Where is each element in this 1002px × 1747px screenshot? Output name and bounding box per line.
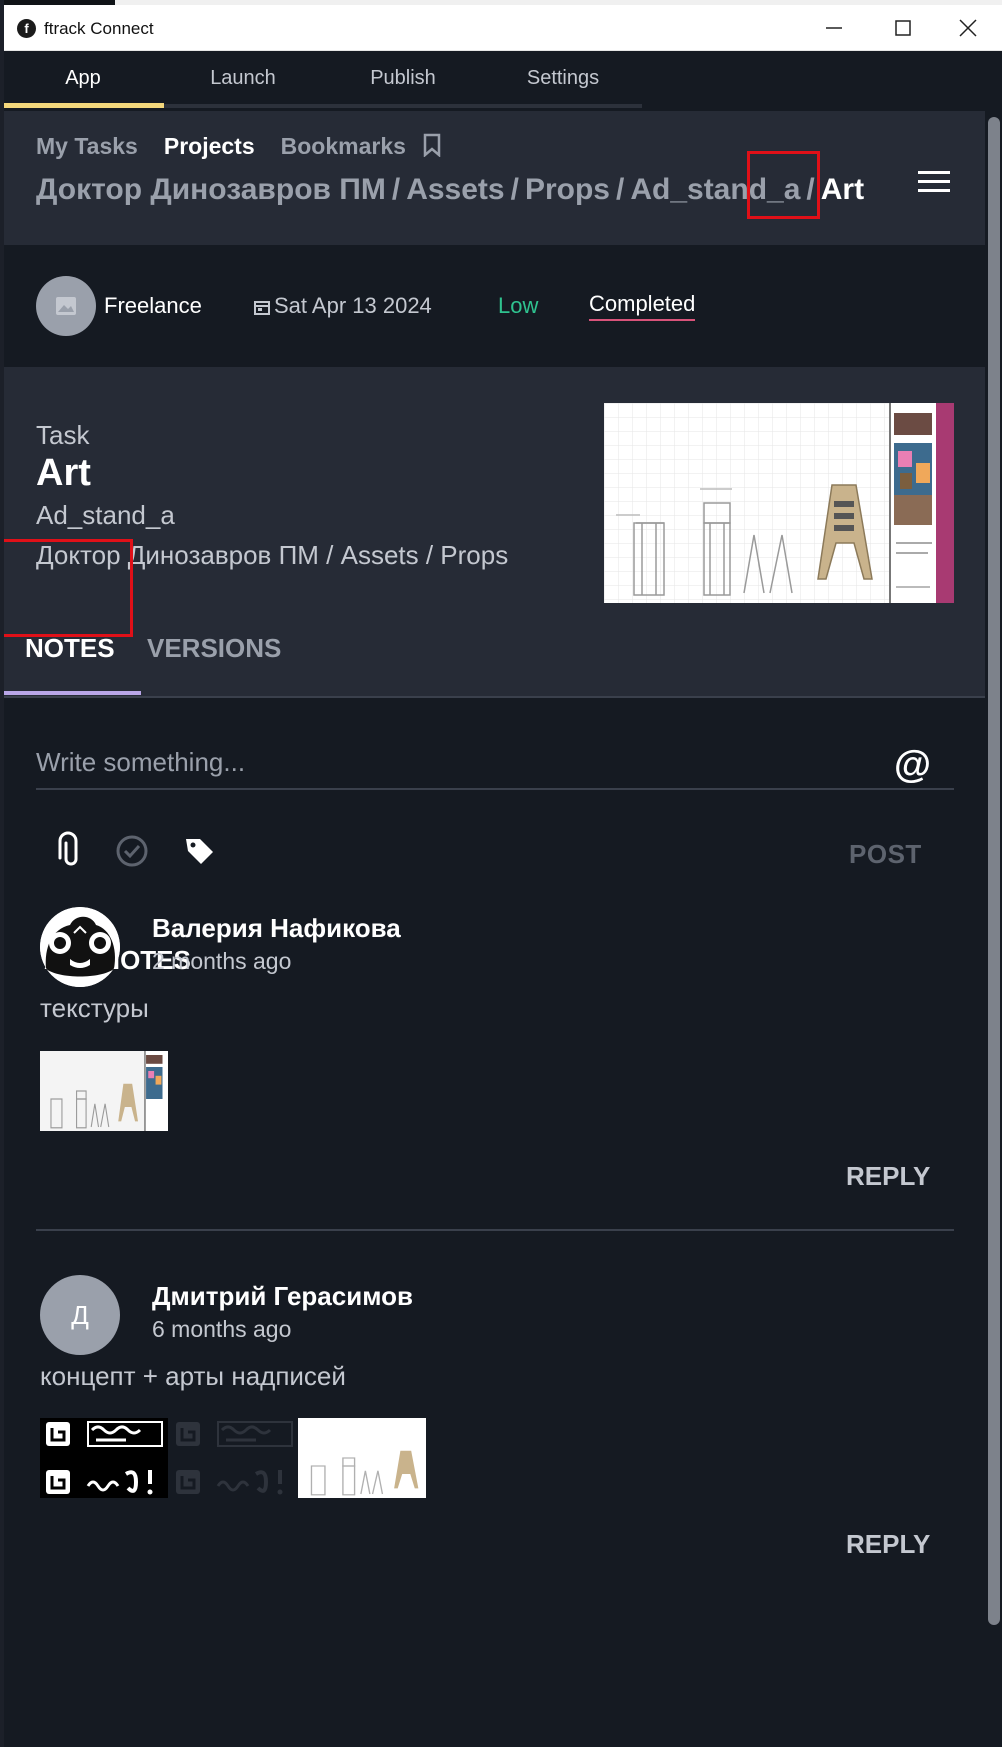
- note-text: текстуры: [40, 993, 149, 1023]
- maximize-icon: [895, 20, 911, 36]
- tab-launch[interactable]: Launch: [164, 51, 322, 107]
- note-author: Валерия Нафикова: [152, 913, 401, 943]
- close-icon: [959, 19, 977, 37]
- due-date: Sat Apr 13 2024: [254, 293, 432, 319]
- breadcrumb-item[interactable]: Props: [525, 173, 610, 206]
- tab-app[interactable]: App: [4, 51, 162, 107]
- assignee-name: Freelance: [104, 293, 202, 318]
- breadcrumb: Доктор Динозавров ПМ / Assets / Props / Ad_sta…: [36, 173, 865, 206]
- menu-icon[interactable]: [918, 171, 950, 195]
- reply-button[interactable]: REPLY: [846, 1529, 930, 1560]
- highlight-box-notes: [4, 539, 133, 637]
- ftrack-logo-icon: f: [17, 19, 36, 38]
- breadcrumb-item[interactable]: Assets: [406, 173, 504, 206]
- app-window: f ftrack Connect App Launch Publish Sett…: [4, 5, 1002, 1747]
- note-attachment-thumbnail[interactable]: [40, 1051, 168, 1131]
- note-author-avatar: Д: [40, 1275, 120, 1355]
- note-author: Дмитрий Герасимов: [152, 1281, 413, 1311]
- note-input[interactable]: [36, 740, 886, 784]
- tab-versions[interactable]: VERSIONS: [147, 633, 281, 664]
- window-title: ftrack Connect: [44, 19, 154, 38]
- note-time: 2 months ago: [152, 948, 292, 974]
- tab-notes[interactable]: NOTES: [25, 633, 115, 664]
- priority-label[interactable]: Low: [498, 293, 538, 319]
- note-time: 6 months ago: [152, 1316, 292, 1342]
- tab-settings[interactable]: Settings: [484, 51, 642, 107]
- assignee-avatar: [36, 276, 96, 336]
- tab-publish[interactable]: Publish: [324, 51, 482, 107]
- note-author-avatar: [40, 907, 120, 987]
- highlight-box-art: [747, 151, 820, 219]
- note-attachment-thumbnail[interactable]: [40, 1418, 168, 1498]
- navigation-header: My Tasks Projects Bookmarks Доктор Динозав…: [4, 111, 985, 245]
- bookmark-icon[interactable]: [422, 133, 442, 157]
- task-thumbnail[interactable]: [604, 403, 954, 603]
- post-button[interactable]: POST: [849, 839, 922, 870]
- content-tabs: NOTES VERSIONS: [4, 603, 985, 698]
- scrollbar-thumb[interactable]: [988, 117, 1000, 1625]
- mention-icon[interactable]: @: [894, 744, 931, 787]
- image-placeholder-icon: [56, 297, 76, 315]
- note-attachment-thumbnail[interactable]: [170, 1418, 298, 1498]
- complete-check-icon[interactable]: [112, 831, 152, 871]
- note-composer: @: [36, 740, 954, 790]
- task-type: Task: [36, 420, 90, 450]
- breadcrumb-item[interactable]: Доктор Динозавров ПМ: [36, 173, 386, 206]
- subtab-projects[interactable]: Projects: [164, 133, 255, 159]
- subtab-my-tasks[interactable]: My Tasks: [36, 133, 138, 159]
- minimize-button[interactable]: [799, 5, 868, 51]
- note-attachment-thumbnail[interactable]: [298, 1418, 426, 1498]
- attachment-icon[interactable]: [50, 831, 90, 871]
- maximize-button[interactable]: [868, 5, 937, 51]
- task-parent: Ad_stand_a: [36, 500, 175, 530]
- task-meta-row: Freelance Sat Apr 13 2024 Low Completed: [4, 245, 985, 367]
- minimize-icon: [826, 27, 842, 29]
- notes-tab-indicator: [4, 691, 141, 695]
- status-select[interactable]: Completed: [589, 291, 696, 321]
- close-button[interactable]: [933, 5, 1002, 51]
- task-name: Art: [36, 452, 91, 494]
- breadcrumb-current[interactable]: Art: [821, 173, 864, 206]
- reply-button[interactable]: REPLY: [846, 1161, 930, 1192]
- calendar-icon: [254, 301, 270, 315]
- title-bar: f ftrack Connect: [4, 5, 1002, 51]
- main-nav: App Launch Publish Settings: [4, 51, 1002, 111]
- label-tag-icon[interactable]: [180, 831, 220, 871]
- subtabs: My Tasks Projects Bookmarks: [36, 133, 442, 160]
- subtab-bookmarks[interactable]: Bookmarks: [281, 133, 406, 159]
- note-text: концепт + арты надписей: [40, 1361, 346, 1391]
